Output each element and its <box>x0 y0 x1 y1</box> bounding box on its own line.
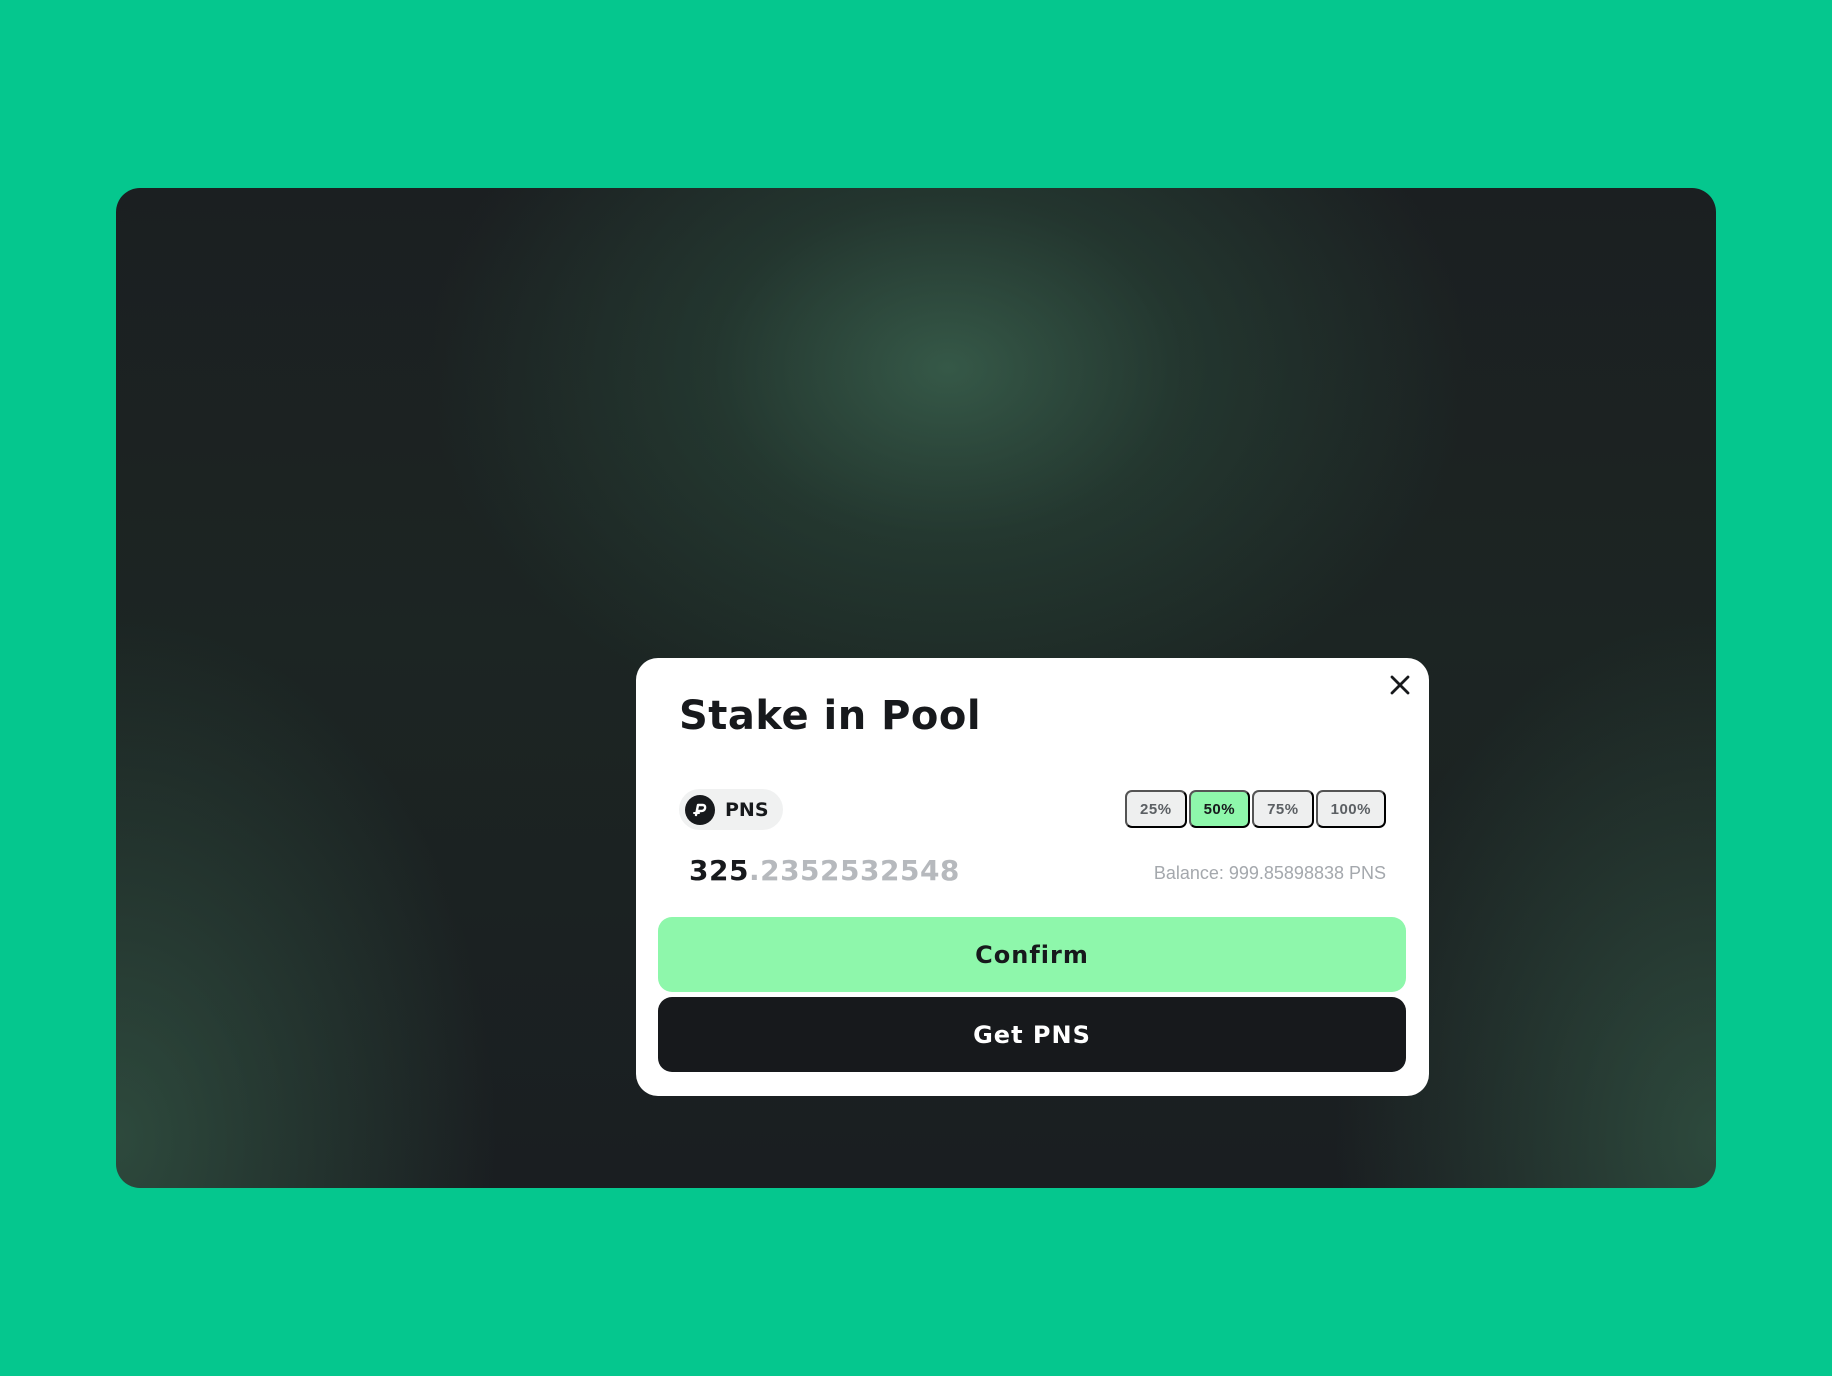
modal-title: Stake in Pool <box>679 693 982 739</box>
stake-modal: Stake in Pool PNS 25% 50% 75% 100% 325.2… <box>636 658 1429 1096</box>
percent-selector: 25% 50% 75% 100% <box>1125 790 1386 828</box>
amount-decimal: .2352532548 <box>748 854 960 887</box>
percent-25-button[interactable]: 25% <box>1125 790 1187 828</box>
pns-logo-icon <box>685 794 715 825</box>
token-selector[interactable]: PNS <box>679 789 783 830</box>
token-name: PNS <box>725 798 769 821</box>
get-pns-button[interactable]: Get PNS <box>658 997 1406 1072</box>
percent-50-button[interactable]: 50% <box>1188 790 1251 828</box>
percent-100-button[interactable]: 100% <box>1315 790 1386 828</box>
confirm-button[interactable]: Confirm <box>658 917 1406 992</box>
amount-integer: 325 <box>689 854 749 887</box>
balance-label: Balance: 999.85898838 PNS <box>1153 863 1386 883</box>
close-button[interactable] <box>1385 670 1415 700</box>
percent-75-button[interactable]: 75% <box>1252 790 1314 828</box>
backdrop: Stake in Pool PNS 25% 50% 75% 100% 325.2… <box>116 188 1716 1188</box>
amount-input[interactable]: 325.2352532548 <box>689 854 960 887</box>
close-icon <box>1390 675 1410 695</box>
